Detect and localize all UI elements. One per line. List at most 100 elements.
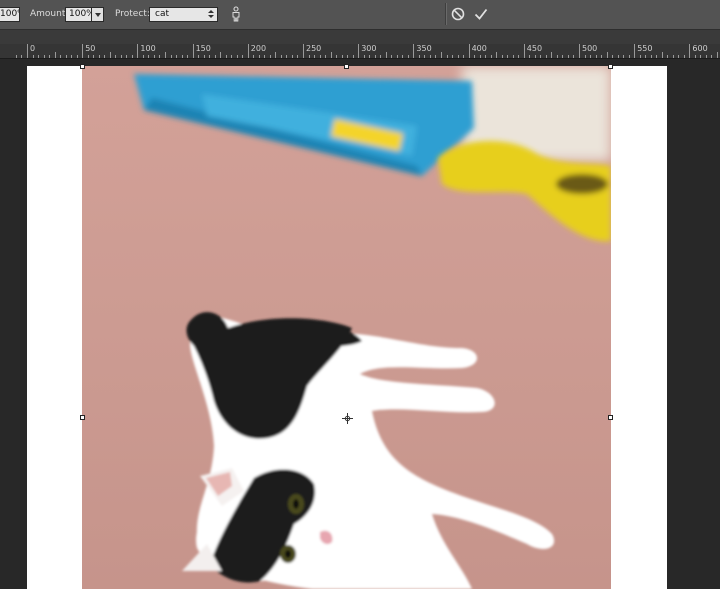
- ruler-tick: [171, 55, 172, 58]
- horizontal-ruler[interactable]: 0 50 100 150 200 250 300 350 400 450 500…: [0, 44, 720, 59]
- ruler-label: 200: [250, 44, 267, 53]
- ruler-tick: [215, 55, 216, 58]
- cat-photo-layer[interactable]: [82, 66, 611, 589]
- ruler-tick: [264, 55, 265, 58]
- ruler-tick: [480, 55, 481, 58]
- ruler-tick: [706, 55, 707, 58]
- ruler-tick: [507, 55, 508, 58]
- ruler-tick: [629, 55, 630, 58]
- transform-handle[interactable]: [80, 64, 85, 69]
- toolbar-divider: [445, 3, 447, 25]
- ruler-tick: [21, 55, 22, 58]
- ruler-tick: [518, 55, 519, 58]
- ruler-tick: [596, 55, 597, 58]
- ruler-label: 400: [471, 44, 487, 53]
- ruler-tick: [441, 52, 442, 58]
- ruler-label: 0: [30, 44, 36, 53]
- ruler-tick: [634, 44, 635, 58]
- ruler-tick: [220, 52, 221, 58]
- ruler-tick: [77, 55, 78, 58]
- ruler-tick: [132, 55, 133, 58]
- ruler-tick: [148, 55, 149, 58]
- ruler-tick: [325, 55, 326, 58]
- ruler-tick: [513, 55, 514, 58]
- ruler-tick: [585, 55, 586, 58]
- ruler-tick: [165, 52, 166, 58]
- ruler-tick: [347, 55, 348, 58]
- ruler-tick: [485, 55, 486, 58]
- amount-field[interactable]: 100%: [65, 7, 92, 22]
- ruler-tick: [469, 44, 470, 58]
- ruler-tick: [104, 55, 105, 58]
- ruler-label: 300: [361, 44, 377, 53]
- scale-field[interactable]: 100%: [0, 7, 20, 22]
- ruler-tick: [397, 55, 398, 58]
- ruler-tick: [540, 55, 541, 58]
- ruler-label: 250: [306, 44, 322, 53]
- ruler-tick: [27, 44, 28, 58]
- person-icon[interactable]: [227, 5, 245, 23]
- ruler-tick: [182, 55, 183, 58]
- ruler-tick: [711, 55, 712, 58]
- protect-select[interactable]: cat: [149, 7, 218, 22]
- ruler-tick: [562, 55, 563, 58]
- ruler-tick: [579, 44, 580, 58]
- ruler-tick: [413, 44, 414, 58]
- ruler-tick: [551, 52, 552, 58]
- ruler-tick: [309, 55, 310, 58]
- ruler-tick: [607, 52, 608, 58]
- ruler-label: 100: [140, 44, 156, 53]
- cancel-icon[interactable]: [449, 5, 467, 23]
- ruler-tick: [154, 55, 155, 58]
- transform-handle[interactable]: [344, 64, 349, 69]
- amount-dropdown-button[interactable]: [91, 7, 104, 22]
- ruler-tick: [126, 55, 127, 58]
- ruler-tick: [458, 55, 459, 58]
- commit-check-icon[interactable]: [472, 5, 490, 23]
- ruler-tick: [159, 55, 160, 58]
- ruler-tick: [491, 55, 492, 58]
- transform-handle[interactable]: [80, 415, 85, 420]
- ruler-tick: [209, 55, 210, 58]
- ruler-tick: [689, 44, 690, 58]
- ruler-tick: [286, 55, 287, 58]
- transform-handle[interactable]: [608, 415, 613, 420]
- ruler-tick: [673, 55, 674, 58]
- ruler-tick: [656, 55, 657, 58]
- ruler-tick: [297, 55, 298, 58]
- ruler-tick: [700, 55, 701, 58]
- ruler-tick: [546, 55, 547, 58]
- ruler-tick: [71, 55, 72, 58]
- ruler-tick: [573, 55, 574, 58]
- ruler-tick: [253, 55, 254, 58]
- ruler-label: 50: [85, 44, 96, 53]
- ruler-tick: [115, 55, 116, 58]
- ruler-tick: [336, 55, 337, 58]
- ruler-tick: [193, 44, 194, 58]
- ruler-tick: [16, 55, 17, 58]
- ruler-tick: [529, 55, 530, 58]
- ruler-tick: [176, 55, 177, 58]
- ruler-tick: [237, 55, 238, 58]
- ruler-label: 150: [195, 44, 211, 53]
- ruler-tick: [314, 55, 315, 58]
- ruler-tick: [275, 52, 276, 58]
- ruler-tick: [248, 44, 249, 58]
- amount-label: Amount:: [30, 9, 69, 19]
- ruler-tick: [435, 55, 436, 58]
- ruler-tick: [640, 55, 641, 58]
- ruler-tick: [474, 55, 475, 58]
- ruler-tick: [651, 55, 652, 58]
- ruler-tick: [463, 55, 464, 58]
- ruler-tick: [695, 55, 696, 58]
- ruler-tick: [198, 55, 199, 58]
- ruler-tick: [342, 55, 343, 58]
- ruler-label: 450: [526, 44, 543, 53]
- transform-handle[interactable]: [608, 64, 613, 69]
- options-bar: 100% Amount: 100% Protect: cat: [0, 0, 720, 30]
- ruler-tick: [110, 52, 111, 58]
- ruler-tick: [645, 55, 646, 58]
- ruler-tick: [303, 44, 304, 58]
- reference-point-icon[interactable]: [342, 413, 353, 424]
- ruler-tick: [187, 55, 188, 58]
